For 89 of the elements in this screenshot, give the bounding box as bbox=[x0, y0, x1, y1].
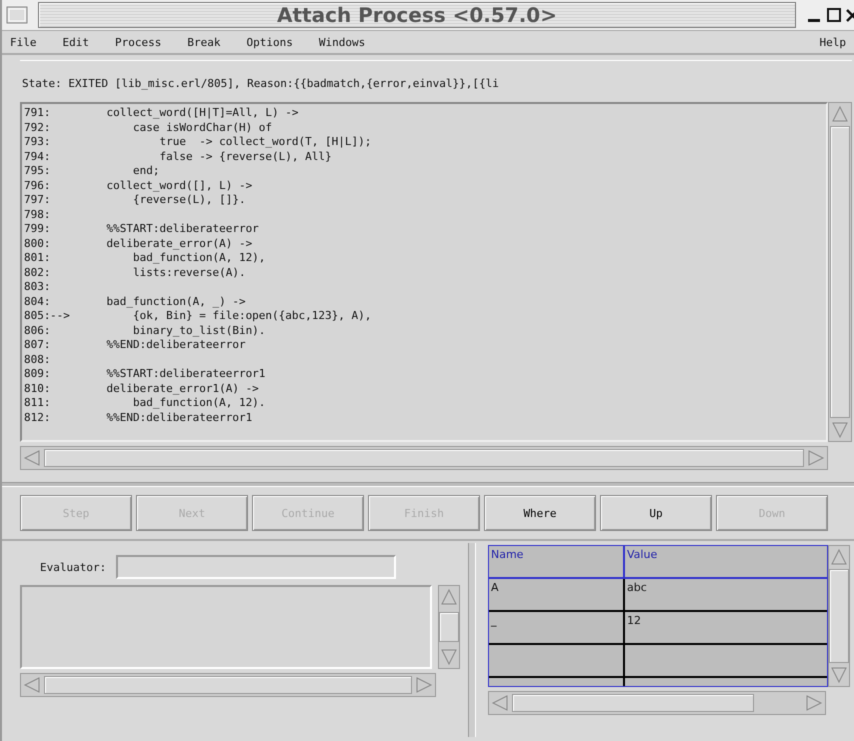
line-number: 803: bbox=[24, 280, 50, 294]
code-line: deliberate_error1(A) -> bbox=[105, 382, 259, 396]
line-number: 810: bbox=[24, 382, 50, 396]
column-header[interactable]: Value bbox=[625, 546, 827, 577]
code-line: case isWordChar(H) of bbox=[132, 120, 272, 135]
scroll-right-icon[interactable] bbox=[804, 694, 824, 712]
close-icon[interactable] bbox=[846, 6, 854, 24]
line-number: 802: bbox=[24, 266, 50, 280]
line-number: 807: bbox=[24, 338, 50, 352]
code-line: %%START:deliberateerror bbox=[105, 222, 259, 236]
menu-item[interactable]: Break bbox=[187, 36, 220, 48]
scroll-down-icon[interactable] bbox=[439, 647, 459, 667]
code-line: bad_function(A, 12), bbox=[132, 251, 266, 266]
line-number: 800: bbox=[24, 236, 50, 251]
horizontal-scrollbar[interactable] bbox=[20, 673, 436, 697]
line-number: 794: bbox=[24, 150, 50, 164]
code-line: lists:reverse(A). bbox=[132, 266, 246, 280]
code-line: deliberate_error(A) -> bbox=[105, 236, 252, 251]
code-line: binary_to_list(Bin). bbox=[132, 324, 266, 338]
table-cell: A bbox=[489, 579, 625, 610]
menu-item[interactable]: Edit bbox=[62, 36, 89, 48]
code-line: %%START:deliberateerror1 bbox=[105, 367, 266, 382]
horizontal-scrollbar[interactable] bbox=[20, 446, 828, 470]
scroll-left-icon[interactable] bbox=[22, 676, 42, 694]
line-number: 801: bbox=[24, 251, 50, 266]
line-number: 792: bbox=[24, 120, 50, 135]
table-cell: _ bbox=[489, 612, 625, 643]
vertical-scrollbar[interactable] bbox=[828, 102, 852, 442]
maximize-icon[interactable] bbox=[826, 6, 842, 24]
code-line: true -> collect_word(T, [H|L]); bbox=[158, 135, 372, 150]
column-header[interactable]: Name bbox=[489, 546, 625, 577]
scroll-thumb[interactable] bbox=[512, 694, 754, 712]
line-number: 806: bbox=[24, 324, 50, 338]
table-cell-text: abc bbox=[626, 580, 648, 596]
scroll-thumb[interactable] bbox=[439, 612, 459, 642]
scroll-up-icon[interactable] bbox=[439, 587, 459, 607]
scroll-thumb[interactable] bbox=[44, 676, 412, 694]
scroll-left-icon[interactable] bbox=[490, 694, 510, 712]
scroll-up-icon[interactable] bbox=[830, 104, 850, 124]
scroll-thumb[interactable] bbox=[829, 569, 849, 663]
line-number: 809: bbox=[24, 367, 50, 382]
pane-splitter[interactable] bbox=[468, 543, 476, 737]
menu-item[interactable]: Help bbox=[820, 36, 846, 48]
horizontal-scrollbar[interactable] bbox=[488, 691, 826, 715]
status-text: State: EXITED [lib_misc.erl/805], Reason:{{badmatch,{error,einval}},[{li bbox=[21, 76, 500, 92]
scroll-up-icon[interactable] bbox=[829, 547, 849, 567]
code-line: end; bbox=[132, 164, 160, 178]
line-number: 799: bbox=[24, 222, 50, 236]
window-title: Attach Process <0.57.0> bbox=[38, 2, 796, 28]
scroll-right-icon[interactable] bbox=[806, 449, 826, 467]
menu-item[interactable]: Windows bbox=[318, 36, 366, 48]
scroll-down-icon[interactable] bbox=[829, 665, 849, 685]
menu-item[interactable]: Process bbox=[115, 36, 162, 48]
code-line: %%END:deliberateerror1 bbox=[105, 410, 252, 425]
toolbar-button[interactable]: Up bbox=[600, 495, 712, 531]
evaluator-label: Evaluator: bbox=[40, 560, 106, 574]
line-number: 798: bbox=[24, 208, 50, 222]
code-line: collect_word([], L) -> bbox=[105, 178, 252, 193]
line-number: 811: bbox=[24, 396, 50, 410]
scroll-thumb[interactable] bbox=[830, 126, 850, 418]
line-number: 793: bbox=[24, 135, 50, 150]
line-number: 796: bbox=[24, 178, 50, 193]
line-number: 804: bbox=[24, 294, 50, 309]
evaluator-input[interactable] bbox=[116, 555, 396, 579]
line-number: 808: bbox=[24, 352, 50, 367]
line-number: 791: bbox=[24, 106, 50, 120]
current-line-marker: --> bbox=[50, 309, 70, 322]
code-line: bad_function(A, _) -> bbox=[105, 294, 246, 309]
menu-item[interactable]: Options bbox=[246, 36, 293, 48]
scroll-left-icon[interactable] bbox=[22, 449, 42, 467]
code-line: %%END:deliberateerror bbox=[105, 338, 246, 352]
code-line: collect_word([H|T]=All, L) -> bbox=[105, 106, 299, 120]
code-line: {ok, Bin} = file:open({abc,123}, A), bbox=[132, 309, 372, 324]
table-cell-text: 12 bbox=[626, 613, 642, 629]
line-number: 812: bbox=[24, 410, 50, 425]
line-number: 795: bbox=[24, 164, 50, 178]
line-number: 805: bbox=[24, 309, 50, 324]
window-menu-icon[interactable] bbox=[6, 6, 28, 24]
code-line: bad_function(A, 12). bbox=[132, 396, 266, 410]
code-line: false -> {reverse(L), All} bbox=[158, 150, 332, 164]
toolbar-button[interactable]: Where bbox=[484, 495, 596, 531]
vertical-scrollbar[interactable] bbox=[828, 545, 850, 687]
code-line: {reverse(L), []}. bbox=[132, 193, 246, 208]
menu-item[interactable]: File bbox=[10, 36, 36, 48]
vertical-scrollbar[interactable] bbox=[438, 585, 460, 669]
line-number: 797: bbox=[24, 193, 50, 208]
scroll-thumb[interactable] bbox=[44, 449, 804, 467]
scroll-down-icon[interactable] bbox=[830, 420, 850, 440]
scroll-right-icon[interactable] bbox=[414, 676, 434, 694]
